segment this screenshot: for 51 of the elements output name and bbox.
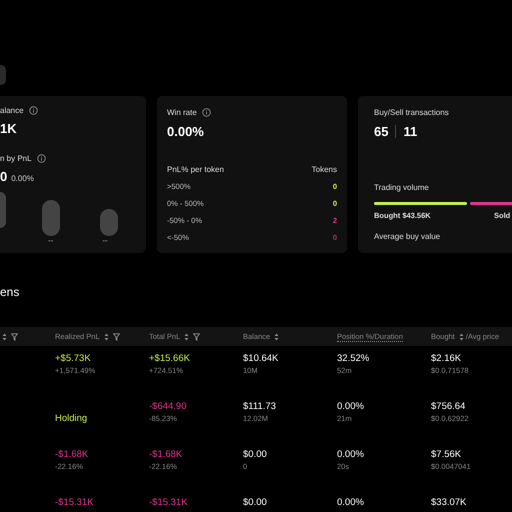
- cell-value: Holding: [55, 412, 88, 424]
- cell-value: $10.64K: [243, 353, 280, 364]
- filter-icon[interactable]: [112, 332, 120, 340]
- info-icon[interactable]: [202, 108, 211, 116]
- cell-value: -$15.31K: [55, 497, 95, 508]
- column-heading: PnL% per token: [167, 165, 224, 174]
- sort-icon[interactable]: [274, 332, 280, 340]
- cell-value: -$644.90: [149, 401, 188, 412]
- sort-icon[interactable]: [458, 332, 464, 340]
- section-title: ens: [0, 285, 20, 301]
- cell-value: +$5.73K: [55, 353, 92, 364]
- cell-value: 0.00%: [337, 497, 365, 508]
- cell-value: -$15.31K: [149, 497, 189, 508]
- balance-value: 1K: [0, 121, 18, 136]
- sell-count: 11: [403, 124, 418, 139]
- card-label: Win rate: [167, 108, 197, 116]
- cell-value: 32.52%: [337, 353, 370, 364]
- pnl-value: 0: [0, 169, 8, 184]
- sort-icon[interactable]: [184, 332, 190, 340]
- sort-icon[interactable]: [2, 332, 7, 340]
- column-heading: Tokens: [312, 165, 337, 174]
- bar-label: --: [102, 236, 108, 245]
- sort-icon[interactable]: [104, 332, 109, 340]
- card-label: Trading volume: [374, 182, 429, 192]
- buy-count: 65: [374, 124, 388, 139]
- card-label: Buy/Sell transactions: [374, 108, 449, 116]
- card-label: n by PnL: [0, 154, 32, 163]
- cell-value: $0.00: [243, 497, 268, 508]
- filter-icon[interactable]: [193, 332, 200, 340]
- pill-bar: [0, 192, 6, 228]
- pnl-percent: 0.00%: [11, 174, 34, 183]
- cell-value: $33.07K: [431, 497, 468, 508]
- cell-value: -$1.68K: [55, 449, 90, 460]
- cell-value: $111.73: [243, 401, 277, 412]
- cell-value: $0.00: [243, 449, 268, 460]
- filter-icon[interactable]: [11, 332, 18, 340]
- pill-bar: [42, 200, 60, 236]
- info-icon[interactable]: [36, 154, 46, 163]
- card-label: alance: [0, 106, 24, 115]
- cell-value: -$1.68K: [149, 449, 184, 460]
- bar-label: --: [48, 236, 54, 245]
- winrate-value: 0.00%: [167, 124, 205, 139]
- pill-bar: [100, 209, 118, 236]
- card-label: Average buy value: [374, 232, 440, 240]
- cell-value: $756.64: [431, 401, 466, 412]
- info-icon[interactable]: [28, 106, 38, 115]
- cell-value: +$15.66K: [149, 353, 191, 364]
- cell-value: $7.56K: [431, 449, 462, 460]
- cell-value: 0.00%: [337, 449, 365, 460]
- cell-value: $2.16K: [431, 353, 462, 364]
- cell-value: 0.00%: [337, 401, 365, 412]
